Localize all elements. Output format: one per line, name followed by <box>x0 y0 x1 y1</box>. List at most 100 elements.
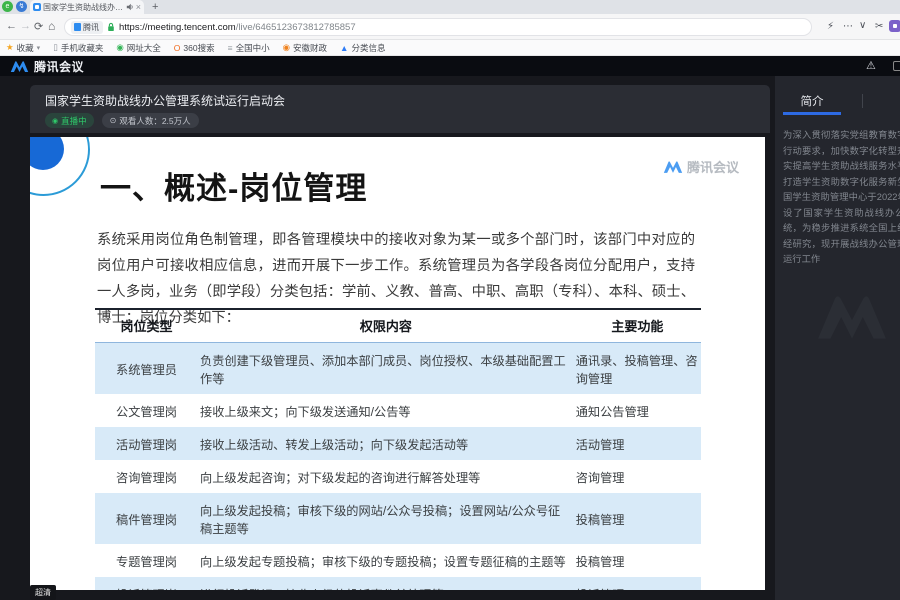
secure-lock-icon <box>107 22 115 32</box>
table-cell: 向上级发起咨询；对下级发起的咨询进行解答处理等 <box>198 460 574 493</box>
tab-audio-icon[interactable] <box>126 3 134 11</box>
site-badge-icon <box>74 23 81 31</box>
live-status-label: 直播中 <box>61 115 87 127</box>
sidebar-watermark-logo-icon <box>815 292 889 342</box>
site-badge[interactable]: 腾讯 <box>71 21 103 34</box>
badge-row: ◉ 直播中 ⊙ 观看人数：2.5万人 <box>45 113 199 128</box>
back-icon[interactable]: ← <box>6 20 17 32</box>
table-cell: 活动管理岗 <box>95 427 198 460</box>
url-host: https://meeting.tencent.com <box>119 22 236 33</box>
tab-title: 国家学生资助战线办公管理 <box>43 2 124 13</box>
browser-logo-icon[interactable]: e <box>2 1 13 12</box>
bookmark-icon: ▲ <box>340 43 348 53</box>
table-row: 活动管理岗接收上级活动、转发上级活动；向下级发起活动等活动管理 <box>95 427 701 460</box>
table-row: 系统管理员负责创建下级管理员、添加本部门成员、岗位授权、本级基础配置工作等通讯录… <box>95 343 701 395</box>
extension-icon[interactable] <box>889 20 900 32</box>
sidebar: 简介 为深入贯彻落实党组教育数字化战略行动要求，加快数字化转型升级，切实提高学生… <box>775 76 900 600</box>
alert-icon[interactable]: ⚠ <box>866 59 876 72</box>
table-cell: 咨询管理 <box>574 460 701 493</box>
video-quality-badge[interactable]: 超清 <box>30 585 56 600</box>
viewers-count: 观看人数：2.5万人 <box>119 115 190 127</box>
table-cell: 向上级发起专题投稿；审核下级的专题投稿；设置专题征稿的主题等 <box>198 544 574 577</box>
table-cell: 投稿管理 <box>574 544 701 577</box>
bookmark-item[interactable]: ≡全国中小 <box>228 42 270 54</box>
tab-intro[interactable]: 简介 <box>783 93 841 109</box>
bookmark-item[interactable]: ◉安徽财政 <box>283 42 327 54</box>
table-header-cell: 权限内容 <box>198 309 574 343</box>
table-cell: 接收上级活动、转发上级活动；向下级发起活动等 <box>198 427 574 460</box>
bookmark-icon: ≡ <box>228 43 233 53</box>
table-cell: 公文管理岗 <box>95 394 198 427</box>
live-status-badge: ◉ 直播中 <box>45 113 94 128</box>
main-area: 国家学生资助战线办公管理系统试运行启动会 ◉ 直播中 ⊙ 观看人数：2.5万人 … <box>0 76 900 600</box>
meeting-header: 腾讯会议 ⚠ <box>0 56 900 76</box>
url-path: /live/6465123673812785857 <box>236 22 356 33</box>
table-cell: 投诉管理 <box>574 577 701 590</box>
bookmark-label: 网址大全 <box>127 42 161 54</box>
browser-tab[interactable]: 国家学生资助战线办公管理 × <box>30 0 144 14</box>
watermark-brand-text: 腾讯会议 <box>687 157 739 176</box>
table-header-row: 岗位类型权限内容主要功能 <box>95 309 701 343</box>
bookmark-label: 安徽财政 <box>293 42 327 54</box>
table-cell: 通知公告管理 <box>574 394 701 427</box>
bookmark-label: 手机收藏夹 <box>61 42 104 54</box>
bookmark-item[interactable]: ▲分类信息 <box>340 42 385 54</box>
bookmark-label: 分类信息 <box>351 42 385 54</box>
table-cell: 稿件管理岗 <box>95 493 198 544</box>
bookmark-label: 全国中小 <box>236 42 270 54</box>
browser-tab-strip: e ↯ 国家学生资助战线办公管理 × + <box>0 0 900 14</box>
new-tab-button[interactable]: + <box>152 1 158 13</box>
table-header-cell: 岗位类型 <box>95 309 198 343</box>
table-cell: 投诉管理岗 <box>95 577 198 590</box>
live-dot-icon: ◉ <box>52 117 58 125</box>
viewers-icon: ⊙ <box>110 116 117 125</box>
bookmark-dropdown-icon[interactable]: ▾ <box>37 44 41 52</box>
site-badge-label: 腾讯 <box>83 22 99 33</box>
tab-favicon-icon <box>33 3 41 11</box>
watermark-logo-icon <box>663 160 683 174</box>
live-info-panel: 国家学生资助战线办公管理系统试运行启动会 ◉ 直播中 ⊙ 观看人数：2.5万人 <box>30 85 770 133</box>
url-input[interactable]: 腾讯 https://meeting.tencent.com/live/6465… <box>64 18 812 36</box>
bookmark-item[interactable]: ★收藏▾ <box>6 42 40 54</box>
dropdown-icon[interactable]: ∨ <box>859 20 866 31</box>
table-row: 咨询管理岗向上级发起咨询；对下级发起的咨询进行解答处理等咨询管理 <box>95 460 701 493</box>
bookmark-icon: ◉ <box>283 42 290 53</box>
bookmark-label: 收藏 <box>17 42 34 54</box>
brand[interactable]: 腾讯会议 <box>10 58 84 75</box>
live-title: 国家学生资助战线办公管理系统试运行启动会 <box>45 92 285 109</box>
screenshot-icon[interactable]: ✂ <box>875 21 883 32</box>
table-cell: 活动管理 <box>574 427 701 460</box>
table-row: 专题管理岗向上级发起专题投稿；审核下级的专题投稿；设置专题征稿的主题等投稿管理 <box>95 544 701 577</box>
quick-access-icon[interactable]: ⚡ <box>827 21 834 32</box>
forward-icon[interactable]: → <box>20 20 31 32</box>
bookmark-icon: ▯ <box>53 42 58 53</box>
slide-watermark: 腾讯会议 <box>663 157 739 176</box>
sidebar-tab-divider <box>862 94 863 108</box>
tab-close-icon[interactable]: × <box>136 2 141 12</box>
presentation-slide: 腾讯会议 一、概述-岗位管理 系统采用岗位角色制管理，即各管理模块中的接收对象为… <box>30 137 765 590</box>
assistant-icon[interactable]: ↯ <box>16 1 27 12</box>
bookmark-item[interactable]: ▯手机收藏夹 <box>53 42 103 54</box>
table-row: 投诉管理岗进行投诉登记、接收上级的投诉事件并处理等投诉管理 <box>95 577 701 590</box>
url-text: https://meeting.tencent.com/live/6465123… <box>119 22 356 33</box>
bookmarks-bar: ★收藏▾▯手机收藏夹◉网址大全O360搜索≡全国中小◉安徽财政▲分类信息 <box>0 40 900 56</box>
table-cell: 进行投诉登记、接收上级的投诉事件并处理等 <box>198 577 574 590</box>
table-cell: 向上级发起投稿；审核下级的网站/公众号投稿；设置网站/公众号征稿主题等 <box>198 493 574 544</box>
table-row: 稿件管理岗向上级发起投稿；审核下级的网站/公众号投稿；设置网站/公众号征稿主题等… <box>95 493 701 544</box>
bookmark-item[interactable]: O360搜索 <box>174 42 215 54</box>
roles-table: 岗位类型权限内容主要功能 系统管理员负责创建下级管理员、添加本部门成员、岗位授权… <box>95 308 701 590</box>
refresh-icon[interactable]: ⟳ <box>34 20 43 33</box>
table-cell: 接收上级来文；向下级发送通知/公告等 <box>198 394 574 427</box>
header-edge-icon[interactable] <box>893 61 900 71</box>
table-cell: 通讯录、投稿管理、咨询管理 <box>574 343 701 395</box>
bookmark-item[interactable]: ◉ 网址大全 <box>116 42 160 54</box>
bookmark-label: 360搜索 <box>183 42 214 54</box>
table-cell: 咨询管理岗 <box>95 460 198 493</box>
slide-table-body: 系统管理员负责创建下级管理员、添加本部门成员、岗位授权、本级基础配置工作等通讯录… <box>95 343 701 591</box>
bookmark-icon: ◉ <box>116 42 123 53</box>
more-menu-icon[interactable]: ⋯ <box>843 21 853 32</box>
table-cell: 系统管理员 <box>95 343 198 395</box>
bookmark-icon: O <box>174 43 181 53</box>
home-icon[interactable]: ⌂ <box>48 19 55 33</box>
tencent-meeting-logo-icon <box>10 60 29 73</box>
